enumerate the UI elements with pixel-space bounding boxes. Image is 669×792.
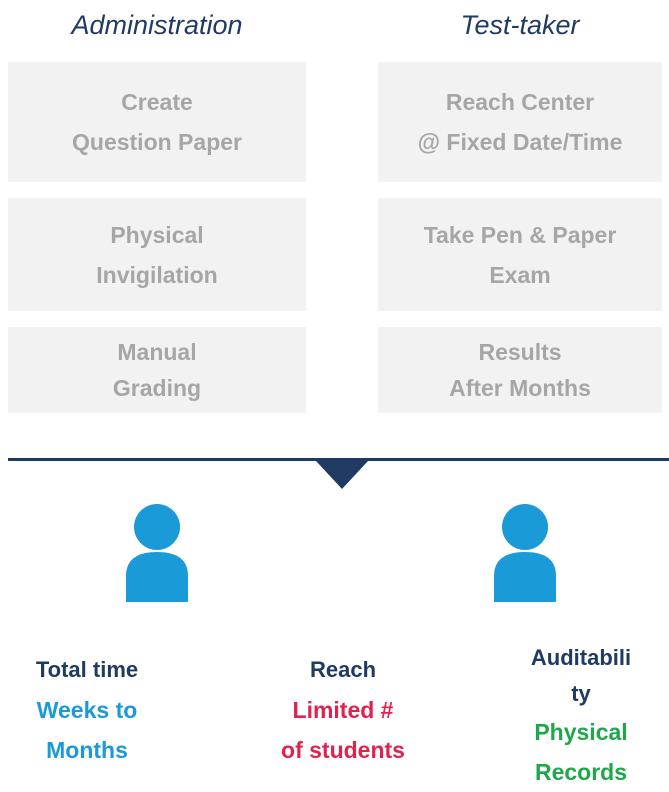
step-line: Create (121, 89, 193, 115)
metric-value: Months (46, 737, 128, 763)
step-line: Results (478, 339, 562, 365)
metric-label: Total time (35, 657, 139, 682)
person-icon (494, 504, 556, 602)
administration-header: Administration (71, 10, 243, 40)
step-line: Invigilation (96, 261, 218, 288)
step-line: @ Fixed Date/Time (417, 129, 623, 155)
metric-label: Reach (309, 657, 377, 682)
down-arrow-icon (316, 461, 368, 489)
step-reach-center: Reach Center @ Fixed Date/Time (378, 62, 662, 182)
metric-auditability: Auditabili ty Physical Records (526, 640, 636, 792)
step-take-exam: Take Pen & Paper Exam (378, 198, 662, 311)
test-taker-header: Test-taker (460, 10, 580, 40)
metric-value: Physical (534, 719, 628, 745)
step-line: Exam (489, 261, 551, 288)
step-line: After Months (449, 375, 591, 401)
step-physical-invigilation: Physical Invigilation (8, 198, 306, 311)
step-line: Question Paper (72, 129, 242, 155)
step-line: Manual (117, 339, 197, 365)
step-results: Results After Months (378, 327, 662, 413)
metric-label: ty (571, 681, 591, 706)
metric-value: Weeks to (36, 697, 138, 723)
step-line: Reach Center (445, 89, 595, 115)
step-manual-grading: Manual Grading (8, 327, 306, 413)
metric-value: of students (281, 737, 405, 763)
step-create-question-paper: Create Question Paper (8, 62, 306, 182)
metric-value: Limited # (292, 697, 394, 723)
metric-label: Auditabili (530, 645, 632, 670)
step-line: Take Pen & Paper (423, 221, 617, 248)
metric-reach: Reach Limited # of students (266, 650, 420, 770)
step-line: Physical (110, 221, 204, 248)
metric-value: Records (534, 759, 628, 785)
metric-total-time: Total time Weeks to Months (12, 650, 162, 770)
person-icon (126, 504, 188, 602)
step-line: Grading (112, 375, 202, 401)
